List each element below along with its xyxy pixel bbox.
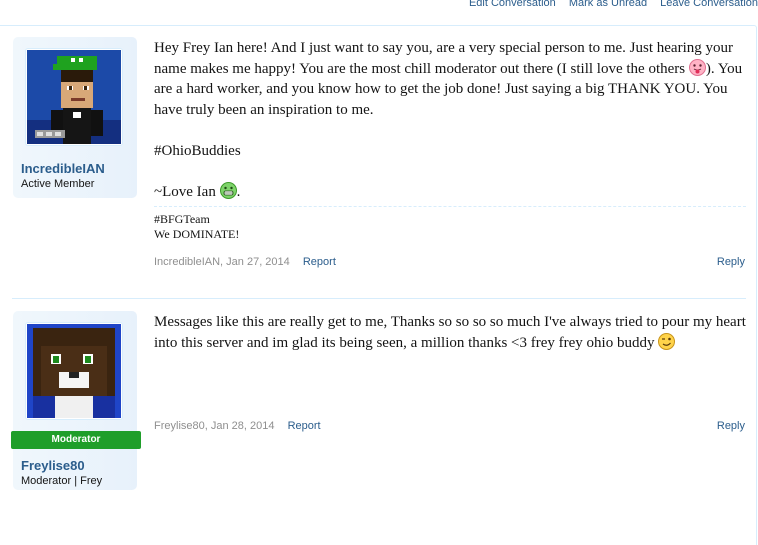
message-author[interactable]: IncredibleIAN <box>154 256 220 268</box>
message-body: Messages like this are really get to me,… <box>154 312 750 353</box>
edit-conversation-link[interactable]: Edit Conversation <box>469 0 556 9</box>
message-author[interactable]: Freylise80 <box>154 420 205 432</box>
message-text: Messages like this are really get to me,… <box>154 314 746 351</box>
report-link[interactable]: Report <box>288 420 321 432</box>
signature-line: We DOMINATE! <box>154 227 240 241</box>
username-link[interactable]: IncredibleIAN <box>21 161 105 176</box>
signature-line: #BFGTeam <box>154 212 210 226</box>
message-meta: IncredibleIAN, Jan 27, 2014 Report Reply <box>154 256 745 268</box>
wink-emoji-icon <box>658 332 676 350</box>
message-signoff: ~Love Ian . <box>154 181 750 203</box>
user-title: Active Member <box>21 178 95 190</box>
message-paragraph: Messages like this are really get to me,… <box>154 312 750 353</box>
message-body: Hey Frey Ian here! And I just want to sa… <box>154 38 750 202</box>
message-paragraph: Hey Frey Ian here! And I just want to sa… <box>154 38 750 120</box>
signature: #BFGTeam We DOMINATE! <box>154 212 744 242</box>
grin-emoji-icon <box>219 181 237 199</box>
report-link[interactable]: Report <box>303 256 336 268</box>
avatar-frame[interactable] <box>25 322 123 420</box>
tongue-emoji-icon <box>688 58 706 76</box>
reply-link[interactable]: Reply <box>717 256 745 268</box>
message-text: Hey Frey Ian here! And I just want to sa… <box>154 40 734 77</box>
moderator-ribbon: Moderator <box>11 431 141 449</box>
mark-as-unread-link[interactable]: Mark as Unread <box>569 0 647 9</box>
avatar-freylise80[interactable] <box>27 324 121 418</box>
reply-link[interactable]: Reply <box>717 420 745 432</box>
message-text: ~Love Ian <box>154 183 220 200</box>
signature-divider <box>154 206 746 207</box>
message-text: . <box>236 183 241 200</box>
message-user-info: Freylise80 Moderator | Frey <box>13 311 137 490</box>
avatar-incredibleian[interactable] <box>27 50 121 144</box>
message-date[interactable]: Jan 28, 2014 <box>211 420 275 432</box>
avatar-frame[interactable] <box>25 48 123 146</box>
username-link[interactable]: Freylise80 <box>21 458 85 473</box>
message-divider <box>12 298 746 299</box>
user-title: Moderator | Frey <box>21 475 103 487</box>
message-meta: Freylise80, Jan 28, 2014 Report Reply <box>154 420 745 432</box>
leave-conversation-link[interactable]: Leave Conversation <box>660 0 758 9</box>
message-user-info: IncredibleIAN Active Member <box>13 37 137 198</box>
message-date[interactable]: Jan 27, 2014 <box>226 256 290 268</box>
conversation-actions: Edit Conversation Mark as Unread Leave C… <box>459 0 758 9</box>
message-hashtag: #OhioBuddies <box>154 142 241 159</box>
